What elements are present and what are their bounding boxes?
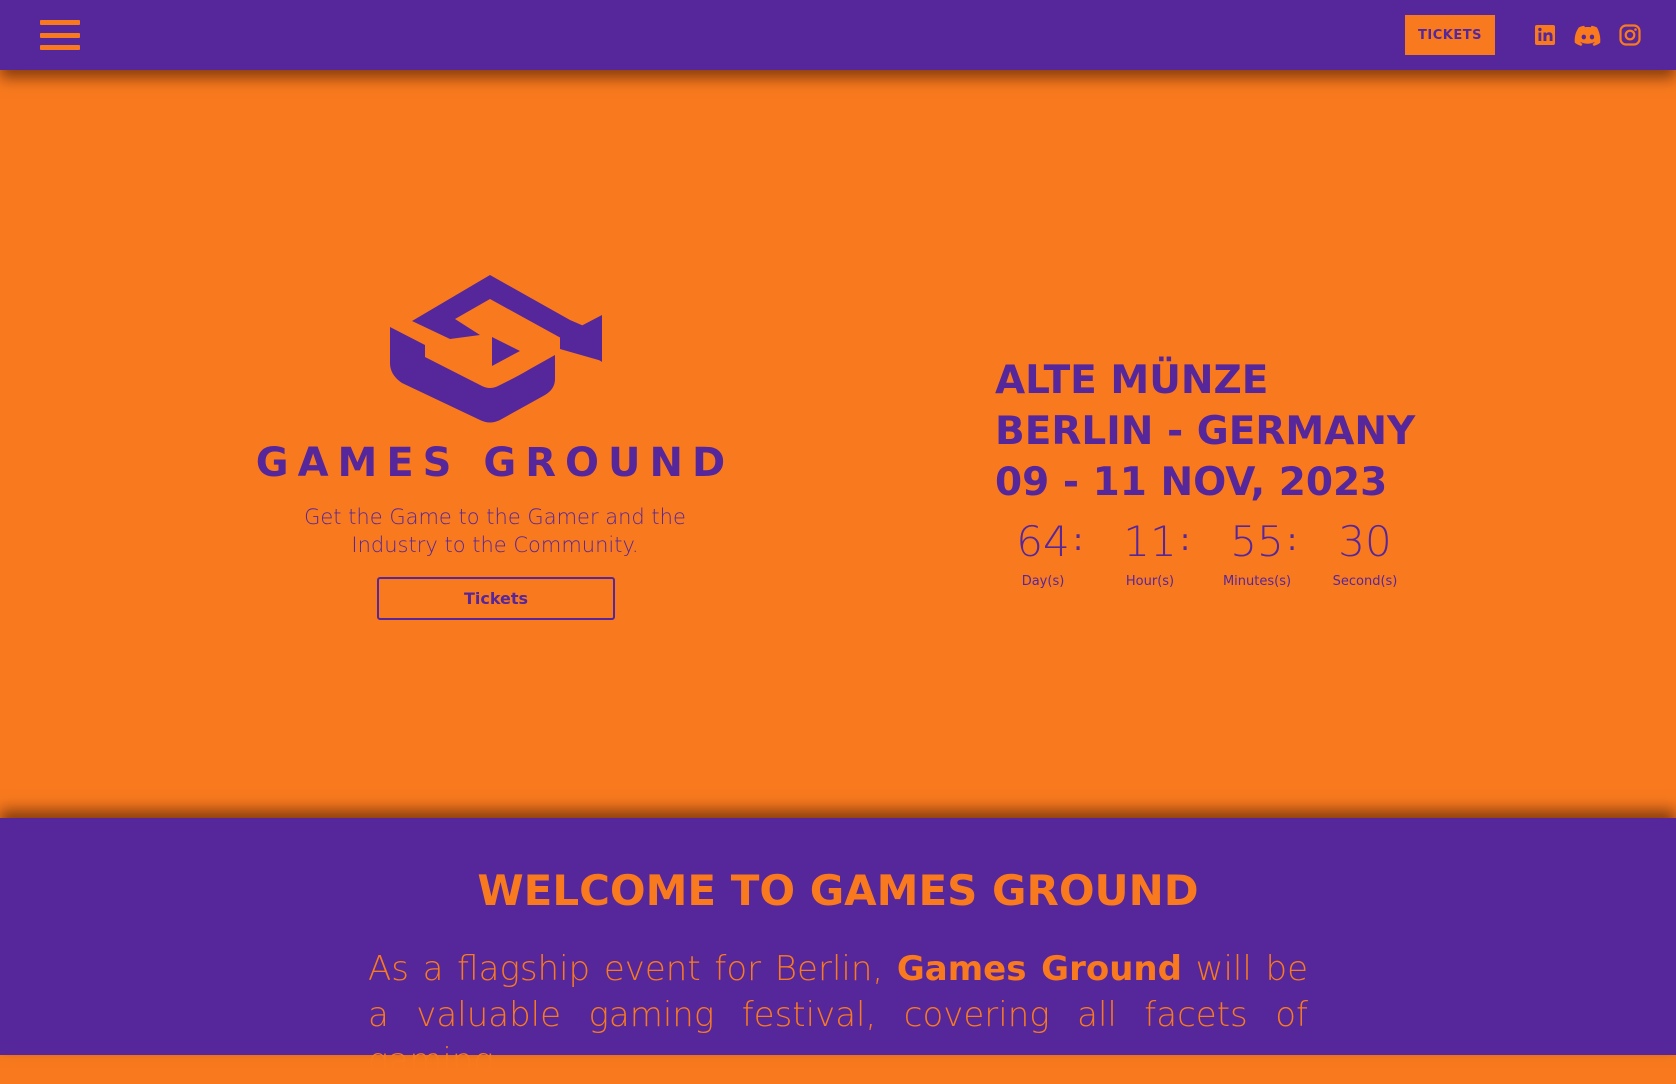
brand-name: GAMES GROUND xyxy=(255,440,735,486)
venue-location: BERLIN - GERMANY xyxy=(995,409,1416,454)
hero-tickets-button[interactable]: Tickets xyxy=(377,577,615,620)
countdown-separator: : xyxy=(1287,523,1298,558)
hamburger-menu-icon[interactable] xyxy=(40,20,80,50)
countdown-separator: : xyxy=(1180,523,1191,558)
hamburger-line xyxy=(40,20,80,25)
countdown-timer: 64 Day(s) : 11 Hour(s) : 55 Minutes(s) :… xyxy=(985,518,1405,598)
countdown-hours-value: 11 xyxy=(1123,517,1177,566)
countdown-hours-label: Hour(s) xyxy=(1125,574,1175,589)
welcome-brand-highlight: Games Ground xyxy=(896,949,1182,989)
welcome-section: WELCOME TO GAMES GROUND As a flagship ev… xyxy=(0,818,1676,1081)
hamburger-line xyxy=(40,32,80,38)
countdown-days: 64 Day(s) xyxy=(1003,517,1083,590)
event-venue-info: ALTE MÜNZE BERLIN - GERMANY 09 - 11 NOV,… xyxy=(995,355,1515,508)
countdown-seconds-value: 30 xyxy=(1338,517,1392,566)
hamburger-line xyxy=(40,45,80,50)
header-tickets-button[interactable]: TICKETS xyxy=(1405,15,1495,55)
welcome-title: WELCOME TO GAMES GROUND xyxy=(477,866,1199,915)
countdown-minutes-value: 55 xyxy=(1230,517,1284,566)
games-ground-logo-icon xyxy=(380,275,610,425)
venue-name: ALTE MÜNZE xyxy=(995,358,1269,403)
countdown-minutes: 55 Minutes(s) xyxy=(1217,517,1297,590)
countdown-days-label: Day(s) xyxy=(1021,574,1065,589)
top-navigation-bar: TICKETS xyxy=(0,0,1676,70)
welcome-text-intro: As a flagship event for Berlin, xyxy=(368,949,897,989)
countdown-minutes-label: Minutes(s) xyxy=(1222,574,1292,589)
hero-tagline: Get the Game to the Gamer and the Indust… xyxy=(304,505,686,557)
countdown-seconds-label: Second(s) xyxy=(1332,574,1398,589)
hero-section: GAMES GROUND Get the Game to the Gamer a… xyxy=(0,70,1676,818)
linkedin-icon[interactable] xyxy=(1533,23,1557,47)
countdown-days-value: 64 xyxy=(1016,517,1070,566)
countdown-hours: 11 Hour(s) xyxy=(1110,517,1190,590)
countdown-separator: : xyxy=(1073,523,1084,558)
welcome-description: As a flagship event for Berlin, Games Gr… xyxy=(368,946,1308,1084)
countdown-seconds: 30 Second(s) xyxy=(1325,517,1405,590)
instagram-icon[interactable] xyxy=(1618,23,1642,47)
discord-icon[interactable] xyxy=(1574,23,1602,47)
event-dates: 09 - 11 NOV, 2023 xyxy=(995,460,1388,505)
